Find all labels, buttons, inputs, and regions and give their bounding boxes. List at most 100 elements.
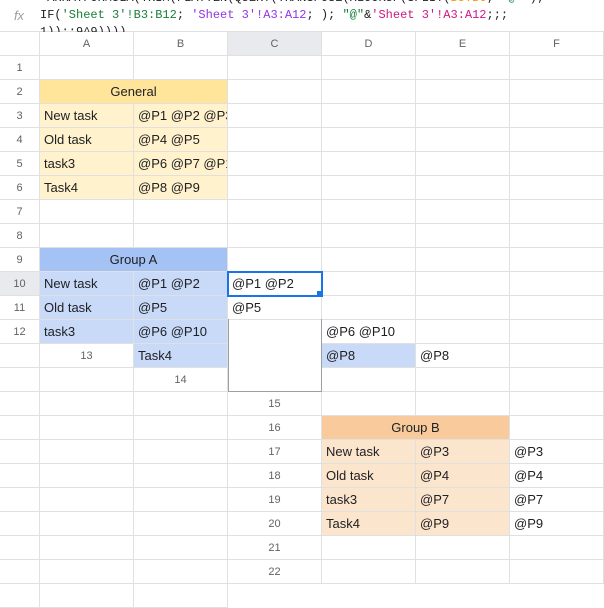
cell[interactable] <box>0 440 40 464</box>
row-header-6[interactable]: 6 <box>0 176 40 200</box>
row-header-18[interactable]: 18 <box>228 464 322 488</box>
row-header-22[interactable]: 22 <box>228 560 322 584</box>
row-header-10[interactable]: 10 <box>0 272 40 296</box>
cell[interactable] <box>416 56 510 80</box>
cell[interactable]: Old task <box>40 128 134 152</box>
formula-bar[interactable]: fx =ARRAYFORMULA(TRIM(FLATTEN(QUERY(TRAN… <box>0 0 604 32</box>
cell[interactable]: @P1 @P2 @P3 <box>134 104 228 128</box>
row-header-8[interactable]: 8 <box>0 224 40 248</box>
row-header-14[interactable]: 14 <box>134 368 228 392</box>
row-header-11[interactable]: 11 <box>0 296 40 320</box>
column-header-F[interactable]: F <box>510 32 604 56</box>
cell[interactable] <box>322 392 416 416</box>
cell[interactable] <box>40 488 134 512</box>
cell[interactable] <box>134 488 228 512</box>
cell[interactable] <box>510 320 604 344</box>
cell[interactable]: Task4 <box>322 512 416 536</box>
cell[interactable]: @P5 <box>134 296 228 320</box>
row-header-4[interactable]: 4 <box>0 128 40 152</box>
cell[interactable] <box>510 344 604 368</box>
cell[interactable] <box>322 560 416 584</box>
cell[interactable]: @P8 @P9 <box>134 176 228 200</box>
cell[interactable] <box>228 104 322 128</box>
cell[interactable] <box>416 560 510 584</box>
cell[interactable] <box>416 80 510 104</box>
cell[interactable] <box>416 248 510 272</box>
cell[interactable] <box>0 560 40 584</box>
cell[interactable] <box>322 152 416 176</box>
cell[interactable] <box>510 152 604 176</box>
cell[interactable]: @P4 @P5 <box>134 128 228 152</box>
cell[interactable] <box>322 224 416 248</box>
cell[interactable] <box>322 200 416 224</box>
row-header-5[interactable]: 5 <box>0 152 40 176</box>
column-header-B[interactable]: B <box>134 32 228 56</box>
cell[interactable] <box>134 512 228 536</box>
cell[interactable]: New task <box>40 272 134 296</box>
cell[interactable]: @P6 @P10 <box>134 320 228 344</box>
cell[interactable] <box>228 248 322 272</box>
cell[interactable] <box>134 392 228 416</box>
cell[interactable]: @P1 @P2 <box>228 272 322 296</box>
cell[interactable] <box>322 536 416 560</box>
cell[interactable] <box>510 296 604 320</box>
cell[interactable]: @P9 <box>416 512 510 536</box>
cell[interactable] <box>510 224 604 248</box>
column-header-C[interactable]: C <box>228 32 322 56</box>
cell[interactable]: @P4 <box>416 464 510 488</box>
cell[interactable] <box>416 536 510 560</box>
cell[interactable] <box>416 296 510 320</box>
column-header-D[interactable]: D <box>322 32 416 56</box>
cell[interactable] <box>416 200 510 224</box>
cell[interactable] <box>510 80 604 104</box>
row-header-3[interactable]: 3 <box>0 104 40 128</box>
row-header-9[interactable]: 9 <box>0 248 40 272</box>
cell[interactable] <box>510 536 604 560</box>
row-header-15[interactable]: 15 <box>228 392 322 416</box>
cell[interactable] <box>228 128 322 152</box>
cell[interactable] <box>510 368 604 392</box>
cell[interactable]: task3 <box>40 320 134 344</box>
cell[interactable] <box>134 560 228 584</box>
cell[interactable] <box>134 224 228 248</box>
cell[interactable] <box>228 56 322 80</box>
row-header-7[interactable]: 7 <box>0 200 40 224</box>
cell[interactable] <box>416 176 510 200</box>
cell[interactable]: Task4 <box>134 344 228 368</box>
cell[interactable] <box>134 536 228 560</box>
cell[interactable] <box>134 440 228 464</box>
cell[interactable] <box>228 80 322 104</box>
cell[interactable] <box>510 200 604 224</box>
cell[interactable]: task3 <box>40 152 134 176</box>
cell[interactable] <box>510 248 604 272</box>
cell[interactable] <box>510 560 604 584</box>
cell[interactable] <box>322 272 416 296</box>
row-header-2[interactable]: 2 <box>0 80 40 104</box>
row-header-1[interactable]: 1 <box>0 56 40 80</box>
cell[interactable] <box>0 584 40 608</box>
cell[interactable] <box>40 368 134 392</box>
cell[interactable] <box>510 56 604 80</box>
cell[interactable] <box>134 200 228 224</box>
cell[interactable]: task3 <box>322 488 416 512</box>
cell[interactable] <box>40 464 134 488</box>
cell[interactable] <box>40 584 134 608</box>
cell[interactable] <box>40 56 134 80</box>
cell[interactable] <box>322 80 416 104</box>
cell[interactable]: @P7 <box>510 488 604 512</box>
cell[interactable] <box>416 368 510 392</box>
cell[interactable]: @P3 <box>416 440 510 464</box>
section-header[interactable]: Group B <box>322 416 510 440</box>
cell[interactable] <box>40 416 134 440</box>
cell[interactable]: @P5 <box>228 296 322 320</box>
column-header-E[interactable]: E <box>416 32 510 56</box>
row-header-21[interactable]: 21 <box>228 536 322 560</box>
cell[interactable] <box>0 488 40 512</box>
cell[interactable] <box>0 368 40 392</box>
cell[interactable]: Old task <box>40 296 134 320</box>
cell[interactable]: Task4 <box>40 176 134 200</box>
cell[interactable] <box>134 416 228 440</box>
cell[interactable] <box>322 368 416 392</box>
cell[interactable] <box>510 416 604 440</box>
cell[interactable] <box>228 224 322 248</box>
